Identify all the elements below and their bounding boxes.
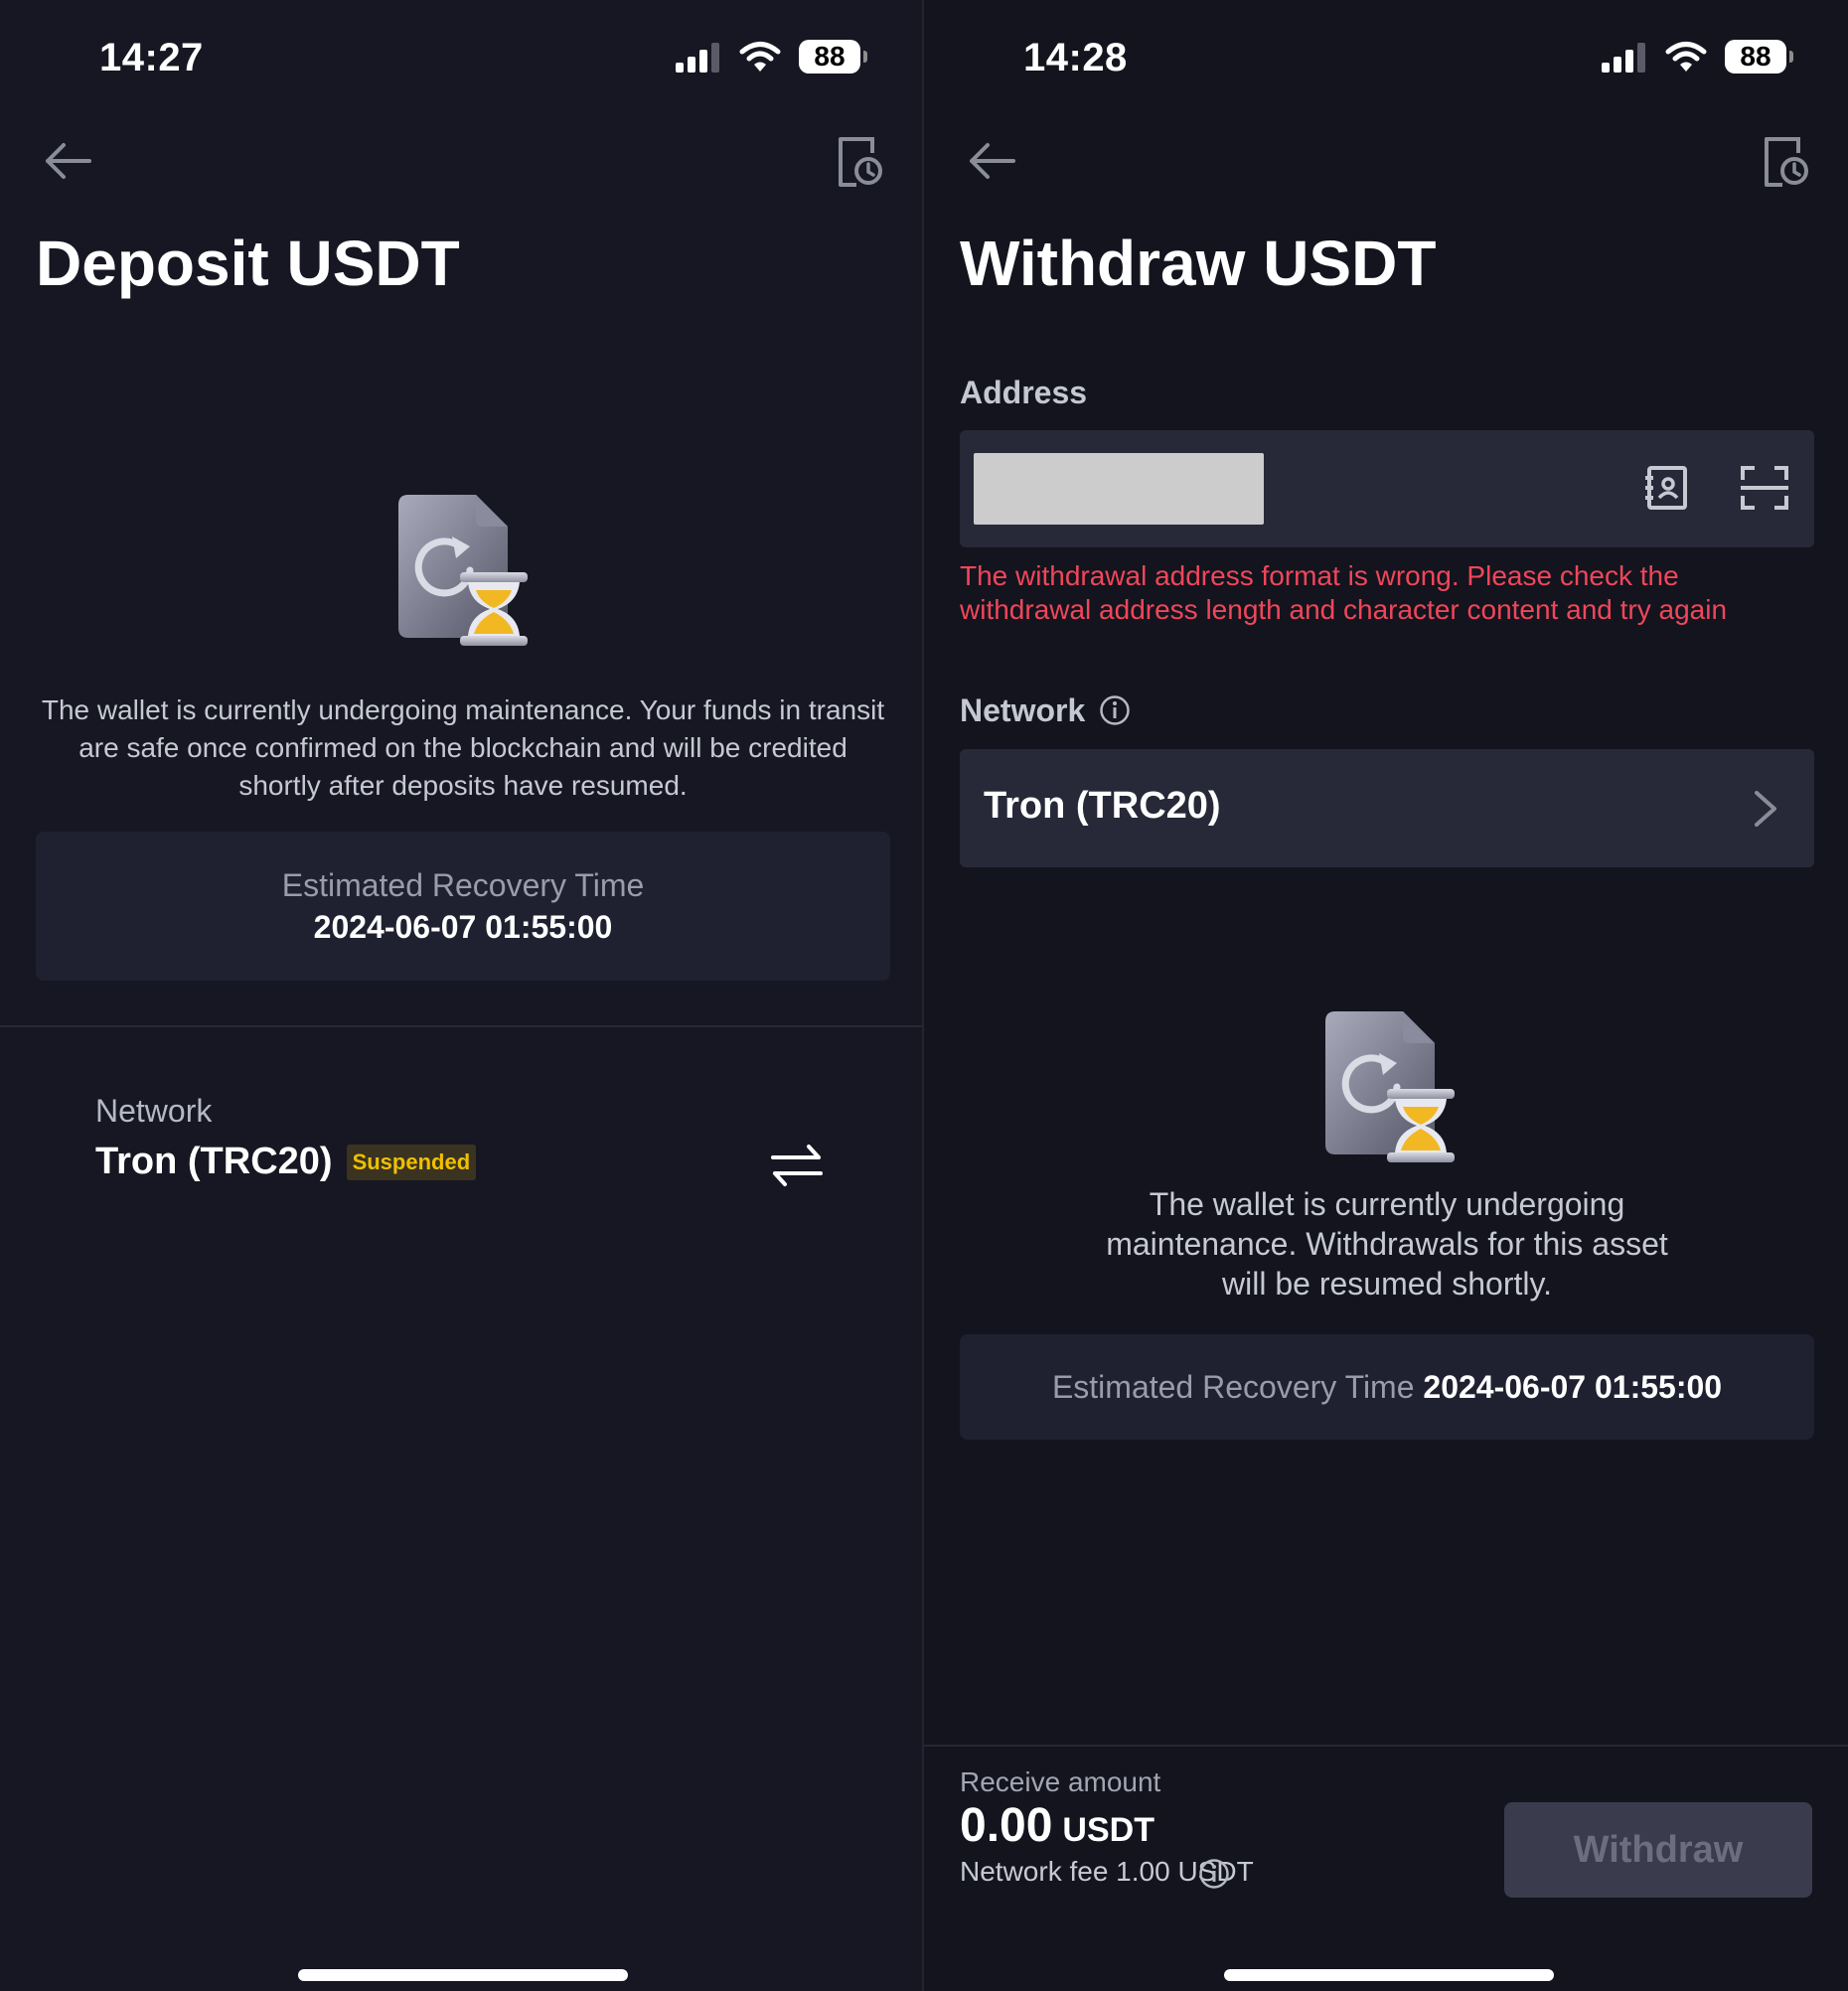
history-icon[interactable] xyxy=(835,135,884,189)
maintenance-icon xyxy=(381,491,539,650)
network-value: Tron (TRC20) xyxy=(95,1141,333,1182)
recovery-time-value: 2024-06-07 01:55:00 xyxy=(313,909,613,945)
maintenance-message: The wallet is currently undergoing maint… xyxy=(1106,1186,1668,1302)
recovery-time-label: Estimated Recovery Time xyxy=(1051,1369,1415,1405)
withdraw-button[interactable]: Withdraw xyxy=(1504,1802,1812,1898)
info-icon[interactable] xyxy=(1099,694,1131,726)
network-label: Network xyxy=(95,1093,213,1129)
receive-amount-label: Receive amount xyxy=(960,1766,1161,1797)
status-icons: 88 xyxy=(674,40,867,74)
signal-icon xyxy=(676,43,719,73)
signal-icon xyxy=(1602,43,1645,73)
home-indicator xyxy=(1224,1969,1554,1981)
recovery-time-value: 2024-06-07 01:55:00 xyxy=(1423,1369,1723,1405)
address-input[interactable] xyxy=(974,453,1264,525)
battery-indicator: 88 xyxy=(1725,40,1793,74)
network-selector[interactable]: Tron (TRC20) xyxy=(960,749,1814,867)
wifi-icon xyxy=(1665,42,1707,72)
back-arrow-icon[interactable] xyxy=(966,137,1017,185)
back-arrow-icon[interactable] xyxy=(42,137,93,185)
section-divider xyxy=(0,1025,922,1027)
page-title: Withdraw USDT xyxy=(960,228,1437,299)
battery-indicator: 88 xyxy=(799,40,867,74)
address-label: Address xyxy=(960,375,1088,410)
network-label: Network xyxy=(960,692,1086,728)
receive-amount-row: 0.00 USDT xyxy=(960,1798,1155,1853)
home-indicator xyxy=(298,1969,628,1981)
receive-amount-unit: USDT xyxy=(1062,1811,1155,1849)
maintenance-icon xyxy=(1308,1007,1466,1166)
history-icon[interactable] xyxy=(1761,135,1810,189)
network-row: Tron (TRC20) Suspended xyxy=(95,1141,477,1183)
address-book-icon[interactable] xyxy=(1643,464,1689,512)
receive-amount-value: 0.00 xyxy=(960,1799,1053,1852)
status-badge: Suspended xyxy=(346,1144,477,1180)
address-error-message: The withdrawal address format is wrong. … xyxy=(960,560,1728,625)
status-icons: 88 xyxy=(1600,40,1793,74)
maintenance-message: The wallet is currently undergoing maint… xyxy=(41,694,885,801)
network-value: Tron (TRC20) xyxy=(984,785,1221,827)
recovery-time-label: Estimated Recovery Time xyxy=(281,867,645,903)
status-time: 14:28 xyxy=(1023,36,1128,79)
withdraw-screen: 14:28 88 Withdraw USDT Address The withd… xyxy=(924,0,1848,1991)
wifi-icon xyxy=(739,42,781,72)
footer-divider xyxy=(924,1745,1848,1747)
recovery-time-box: Estimated Recovery Time 2024-06-07 01:55… xyxy=(36,832,890,981)
address-field xyxy=(960,430,1814,547)
status-time: 14:27 xyxy=(99,36,204,79)
scan-qr-icon[interactable] xyxy=(1739,464,1790,512)
deposit-screen: 14:27 88 Deposit USDT The wallet is curr… xyxy=(0,0,924,1991)
switch-network-icon[interactable] xyxy=(771,1143,823,1188)
recovery-time-box: Estimated Recovery Time 2024-06-07 01:55… xyxy=(960,1334,1814,1440)
page-title: Deposit USDT xyxy=(36,228,460,299)
chevron-right-icon xyxy=(1755,791,1776,827)
fee-info-icon[interactable] xyxy=(1198,1858,1230,1890)
